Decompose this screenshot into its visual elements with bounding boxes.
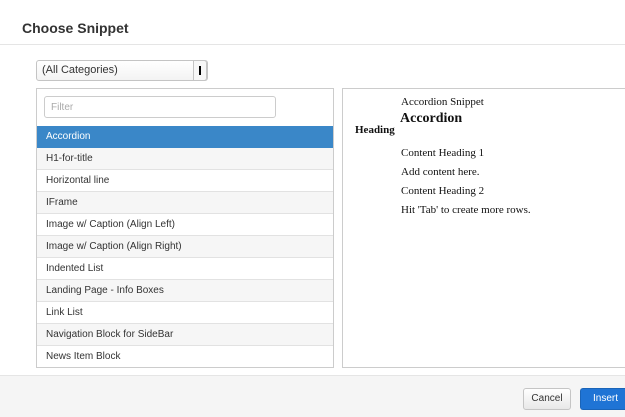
snippet-item-link-list[interactable]: Link List xyxy=(37,302,333,324)
snippet-item-image-caption-left[interactable]: Image w/ Caption (Align Left) xyxy=(37,214,333,236)
snippet-item-iframe[interactable]: IFrame xyxy=(37,192,333,214)
snippet-list-panel: Accordion H1-for-title Horizontal line I… xyxy=(36,88,334,368)
dialog-header: Choose Snippet xyxy=(0,0,625,45)
snippet-preview-panel: Accordion Snippet Heading Accordion Cont… xyxy=(342,88,625,368)
dialog-footer: Cancel Insert xyxy=(0,375,625,417)
dropdown-arrow-icon[interactable] xyxy=(193,60,207,81)
snippet-item-image-caption-right[interactable]: Image w/ Caption (Align Right) xyxy=(37,236,333,258)
filter-input[interactable] xyxy=(44,96,276,118)
dialog-title: Choose Snippet xyxy=(22,20,129,36)
category-select-value: (All Categories) xyxy=(42,64,118,76)
preview-snippet-title: Accordion Snippet xyxy=(401,96,484,108)
snippet-item-landing-page-info-boxes[interactable]: Landing Page - Info Boxes xyxy=(37,280,333,302)
snippet-item-indented-list[interactable]: Indented List xyxy=(37,258,333,280)
preview-line: Hit 'Tab' to create more rows. xyxy=(401,204,531,216)
preview-line: Add content here. xyxy=(401,166,480,178)
snippet-item-horizontal-line[interactable]: Horizontal line xyxy=(37,170,333,192)
snippet-item-h1-for-title[interactable]: H1-for-title xyxy=(37,148,333,170)
snippet-list: Accordion H1-for-title Horizontal line I… xyxy=(37,126,333,367)
snippet-item-navigation-block[interactable]: Navigation Block for SideBar xyxy=(37,324,333,346)
preview-heading: Accordion xyxy=(400,111,463,126)
preview-line: Content Heading 2 xyxy=(401,185,485,197)
category-select[interactable]: (All Categories) xyxy=(36,60,208,81)
preview-heading-label: Heading xyxy=(355,124,395,136)
snippet-item-accordion[interactable]: Accordion xyxy=(37,126,333,148)
snippet-item-news-item-block[interactable]: News Item Block xyxy=(37,346,333,367)
preview-line: Content Heading 1 xyxy=(401,147,485,159)
insert-button[interactable]: Insert xyxy=(580,388,625,410)
cancel-button[interactable]: Cancel xyxy=(523,388,571,410)
